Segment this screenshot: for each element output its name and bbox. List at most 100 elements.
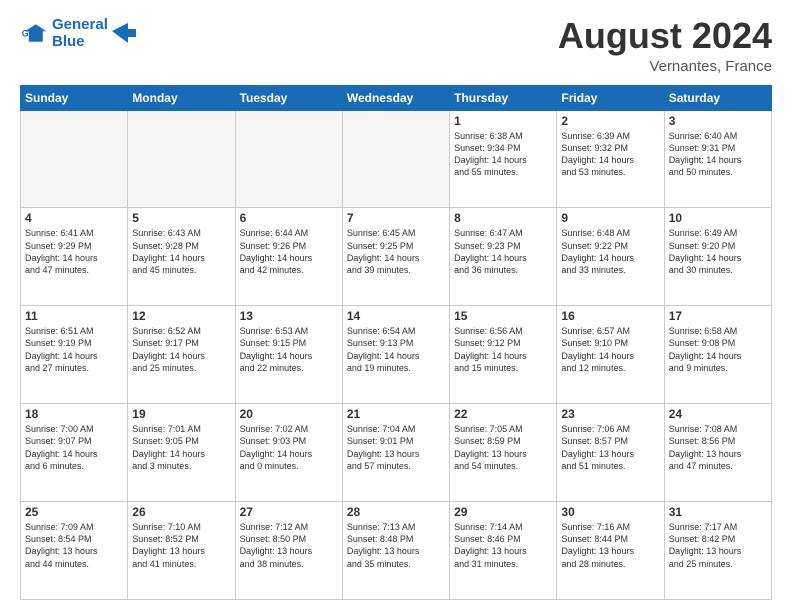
- calendar-cell: 11 Sunrise: 6:51 AM Sunset: 9:19 PM Dayli…: [21, 306, 128, 404]
- day-number: 20: [240, 407, 338, 421]
- logo-text-block: General Blue: [52, 16, 108, 51]
- calendar-cell: 30Sunrise: 7:16 AM Sunset: 8:44 PM Dayli…: [557, 502, 664, 600]
- day-number: 15: [454, 309, 552, 323]
- calendar-cell: 3 Sunrise: 6:40 AM Sunset: 9:31 PM Daylig…: [664, 110, 771, 208]
- day-detail: Sunrise: 7:02 AM Sunset: 9:03 PM Dayligh…: [240, 423, 338, 472]
- day-detail: Sunrise: 6:40 AM Sunset: 9:31 PM Dayligh…: [669, 130, 767, 179]
- calendar-cell: 21 Sunrise: 7:04 AM Sunset: 9:01 PM Dayli…: [342, 404, 449, 502]
- calendar-cell: 19Sunrise: 7:01 AM Sunset: 9:05 PM Dayli…: [128, 404, 235, 502]
- calendar-cell: [21, 110, 128, 208]
- day-number: 5: [132, 211, 230, 225]
- day-number: 26: [132, 505, 230, 519]
- calendar-cell: 12Sunrise: 6:52 AM Sunset: 9:17 PM Dayli…: [128, 306, 235, 404]
- day-detail: Sunrise: 7:06 AM Sunset: 8:57 PM Dayligh…: [561, 423, 659, 472]
- day-number: 4: [25, 211, 123, 225]
- calendar-cell: [235, 110, 342, 208]
- calendar-cell: 29Sunrise: 7:14 AM Sunset: 8:46 PM Dayli…: [450, 502, 557, 600]
- calendar-cell: 27Sunrise: 7:12 AM Sunset: 8:50 PM Dayli…: [235, 502, 342, 600]
- day-detail: Sunrise: 6:47 AM Sunset: 9:23 PM Dayligh…: [454, 227, 552, 276]
- day-number: 22: [454, 407, 552, 421]
- day-detail: Sunrise: 7:01 AM Sunset: 9:05 PM Dayligh…: [132, 423, 230, 472]
- calendar-cell: 15 Sunrise: 6:56 AM Sunset: 9:12 PM Dayli…: [450, 306, 557, 404]
- calendar-cell: 10Sunrise: 6:49 AM Sunset: 9:20 PM Dayli…: [664, 208, 771, 306]
- calendar-cell: 20 Sunrise: 7:02 AM Sunset: 9:03 PM Dayli…: [235, 404, 342, 502]
- day-number: 1: [454, 114, 552, 128]
- day-number: 14: [347, 309, 445, 323]
- day-detail: Sunrise: 7:05 AM Sunset: 8:59 PM Dayligh…: [454, 423, 552, 472]
- calendar-cell: [128, 110, 235, 208]
- calendar-cell: 16Sunrise: 6:57 AM Sunset: 9:10 PM Dayli…: [557, 306, 664, 404]
- day-detail: Sunrise: 6:54 AM Sunset: 9:13 PM Dayligh…: [347, 325, 445, 374]
- day-detail: Sunrise: 6:53 AM Sunset: 9:15 PM Dayligh…: [240, 325, 338, 374]
- calendar-header-row: SundayMondayTuesdayWednesdayThursdayFrid…: [21, 85, 772, 110]
- calendar-cell: 4 Sunrise: 6:41 AM Sunset: 9:29 PM Daylig…: [21, 208, 128, 306]
- day-number: 24: [669, 407, 767, 421]
- calendar-cell: 13 Sunrise: 6:53 AM Sunset: 9:15 PM Dayli…: [235, 306, 342, 404]
- calendar-week-row: 4 Sunrise: 6:41 AM Sunset: 9:29 PM Daylig…: [21, 208, 772, 306]
- day-detail: Sunrise: 7:16 AM Sunset: 8:44 PM Dayligh…: [561, 521, 659, 570]
- calendar-cell: 24 Sunrise: 7:08 AM Sunset: 8:56 PM Dayli…: [664, 404, 771, 502]
- title-block: August 2024 Vernantes, France: [558, 16, 772, 75]
- day-number: 31: [669, 505, 767, 519]
- day-number: 21: [347, 407, 445, 421]
- calendar-cell: 28 Sunrise: 7:13 AM Sunset: 8:48 PM Dayli…: [342, 502, 449, 600]
- day-number: 8: [454, 211, 552, 225]
- day-detail: Sunrise: 7:00 AM Sunset: 9:07 PM Dayligh…: [25, 423, 123, 472]
- day-number: 7: [347, 211, 445, 225]
- calendar-cell: 8 Sunrise: 6:47 AM Sunset: 9:23 PM Daylig…: [450, 208, 557, 306]
- day-number: 28: [347, 505, 445, 519]
- day-detail: Sunrise: 7:08 AM Sunset: 8:56 PM Dayligh…: [669, 423, 767, 472]
- day-detail: Sunrise: 6:51 AM Sunset: 9:19 PM Dayligh…: [25, 325, 123, 374]
- calendar-header-cell: Thursday: [450, 85, 557, 110]
- calendar-cell: 18 Sunrise: 7:00 AM Sunset: 9:07 PM Dayli…: [21, 404, 128, 502]
- logo: G General Blue: [20, 16, 136, 51]
- day-detail: Sunrise: 6:43 AM Sunset: 9:28 PM Dayligh…: [132, 227, 230, 276]
- calendar-header-cell: Saturday: [664, 85, 771, 110]
- calendar-header-cell: Wednesday: [342, 85, 449, 110]
- calendar-week-row: 25 Sunrise: 7:09 AM Sunset: 8:54 PM Dayli…: [21, 502, 772, 600]
- subtitle: Vernantes, France: [558, 58, 772, 75]
- calendar-cell: 31 Sunrise: 7:17 AM Sunset: 8:42 PM Dayli…: [664, 502, 771, 600]
- day-detail: Sunrise: 7:17 AM Sunset: 8:42 PM Dayligh…: [669, 521, 767, 570]
- day-number: 13: [240, 309, 338, 323]
- calendar-cell: 2Sunrise: 6:39 AM Sunset: 9:32 PM Daylig…: [557, 110, 664, 208]
- calendar-cell: 5 Sunrise: 6:43 AM Sunset: 9:28 PM Daylig…: [128, 208, 235, 306]
- day-number: 18: [25, 407, 123, 421]
- logo-icon: G: [20, 19, 48, 47]
- header: G General Blue August 2024 Vernantes, Fr…: [20, 16, 772, 75]
- day-number: 2: [561, 114, 659, 128]
- calendar-cell: 25 Sunrise: 7:09 AM Sunset: 8:54 PM Dayli…: [21, 502, 128, 600]
- day-detail: Sunrise: 7:09 AM Sunset: 8:54 PM Dayligh…: [25, 521, 123, 570]
- day-detail: Sunrise: 7:13 AM Sunset: 8:48 PM Dayligh…: [347, 521, 445, 570]
- calendar-cell: 9Sunrise: 6:48 AM Sunset: 9:22 PM Daylig…: [557, 208, 664, 306]
- calendar-week-row: 11 Sunrise: 6:51 AM Sunset: 9:19 PM Dayli…: [21, 306, 772, 404]
- calendar-cell: 23 Sunrise: 7:06 AM Sunset: 8:57 PM Dayli…: [557, 404, 664, 502]
- calendar-table: SundayMondayTuesdayWednesdayThursdayFrid…: [20, 85, 772, 600]
- day-detail: Sunrise: 6:56 AM Sunset: 9:12 PM Dayligh…: [454, 325, 552, 374]
- calendar-cell: 17 Sunrise: 6:58 AM Sunset: 9:08 PM Dayli…: [664, 306, 771, 404]
- day-number: 17: [669, 309, 767, 323]
- logo-line1: General: [52, 16, 108, 33]
- day-detail: Sunrise: 7:10 AM Sunset: 8:52 PM Dayligh…: [132, 521, 230, 570]
- day-detail: Sunrise: 6:49 AM Sunset: 9:20 PM Dayligh…: [669, 227, 767, 276]
- day-number: 11: [25, 309, 123, 323]
- day-number: 23: [561, 407, 659, 421]
- day-number: 3: [669, 114, 767, 128]
- main-title: August 2024: [558, 16, 772, 56]
- day-detail: Sunrise: 6:48 AM Sunset: 9:22 PM Dayligh…: [561, 227, 659, 276]
- calendar-cell: 1Sunrise: 6:38 AM Sunset: 9:34 PM Daylig…: [450, 110, 557, 208]
- calendar-cell: 6Sunrise: 6:44 AM Sunset: 9:26 PM Daylig…: [235, 208, 342, 306]
- calendar-cell: 14 Sunrise: 6:54 AM Sunset: 9:13 PM Dayli…: [342, 306, 449, 404]
- calendar-header-cell: Friday: [557, 85, 664, 110]
- logo-arrow-icon: [112, 23, 136, 43]
- calendar-header-cell: Monday: [128, 85, 235, 110]
- day-number: 25: [25, 505, 123, 519]
- day-number: 29: [454, 505, 552, 519]
- calendar-cell: 7Sunrise: 6:45 AM Sunset: 9:25 PM Daylig…: [342, 208, 449, 306]
- day-number: 27: [240, 505, 338, 519]
- day-detail: Sunrise: 7:04 AM Sunset: 9:01 PM Dayligh…: [347, 423, 445, 472]
- day-detail: Sunrise: 6:52 AM Sunset: 9:17 PM Dayligh…: [132, 325, 230, 374]
- calendar-week-row: 18 Sunrise: 7:00 AM Sunset: 9:07 PM Dayli…: [21, 404, 772, 502]
- day-detail: Sunrise: 6:41 AM Sunset: 9:29 PM Dayligh…: [25, 227, 123, 276]
- day-detail: Sunrise: 6:58 AM Sunset: 9:08 PM Dayligh…: [669, 325, 767, 374]
